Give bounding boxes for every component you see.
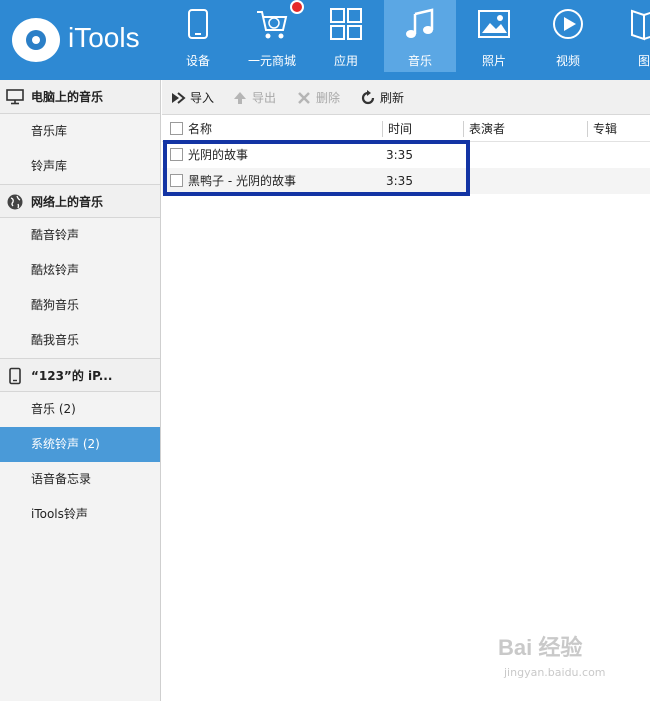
nav-photos[interactable]: 照片 [458,0,530,72]
sidebar-item-kuwo-music[interactable]: 酷我音乐 [0,323,160,358]
sidebar-item-voice-memos[interactable]: 语音备忘录 [0,462,160,497]
column-divider[interactable] [382,121,383,137]
video-icon [553,9,583,39]
column-divider[interactable] [463,121,464,137]
export-label: 导出 [252,91,277,105]
sidebar-item-kuxuan-ringtone[interactable]: 酷炫铃声 [0,253,160,288]
table-header: 名称 时间 表演者 专辑 [162,116,650,142]
export-button[interactable]: 导出 [232,89,276,107]
sidebar-item-ringtone-library[interactable]: 铃声库 [0,149,160,184]
column-header-name[interactable]: 名称 [188,116,212,142]
import-label: 导入 [190,91,215,105]
nav-label: 设备 [185,54,210,68]
book-icon [631,9,650,41]
sidebar-item-device-music[interactable]: 音乐 (2) [0,392,160,427]
sidebar: 电脑上的音乐 音乐库 铃声库 网络上的音乐 酷音铃声 酷炫铃声 酷狗音乐 酷我音… [0,80,161,701]
sidebar-group-title: 网络上的音乐 [31,195,104,209]
import-icon [172,92,186,104]
baidu-watermark: Bai 经验 [498,635,583,660]
sidebar-item-system-ringtones[interactable]: 系统铃声 (2) [0,427,160,462]
highlight-box [163,140,470,196]
sidebar-item-kugou-music[interactable]: 酷狗音乐 [0,288,160,323]
sidebar-group-title: “123”的 iP... [31,369,113,383]
cart-icon [257,11,288,39]
nav-apps[interactable]: 应用 [310,0,382,72]
column-header-artist[interactable]: 表演者 [469,116,505,142]
export-icon [234,92,246,104]
globe-icon [7,194,23,210]
phone-icon [9,367,21,385]
nav-label: 图书 [637,54,650,68]
app-logo: iTools [10,14,160,66]
nav-label: 视频 [555,54,580,68]
nav-device[interactable]: 设备 [162,0,234,72]
import-button[interactable]: 导入 [170,89,214,107]
sidebar-group-title: 电脑上的音乐 [31,90,104,104]
monitor-icon [6,89,24,105]
nav-label: 应用 [333,54,358,68]
select-all-checkbox[interactable] [170,122,183,135]
sidebar-group-device[interactable]: “123”的 iP... [0,358,160,392]
sidebar-group-pc-music[interactable]: 电脑上的音乐 [0,80,160,114]
nav-books[interactable]: 图书 [606,0,650,72]
refresh-icon [361,90,375,105]
refresh-label: 刷新 [380,91,405,105]
refresh-button[interactable]: 刷新 [360,89,404,107]
delete-icon [298,92,310,104]
nav-video[interactable]: 视频 [532,0,604,72]
sidebar-item-music-library[interactable]: 音乐库 [0,114,160,149]
nav-label: 一元商城 [247,54,296,68]
top-nav-bar: iTools 设备 一元商城 应用 音乐 照片 视频 图书 [0,0,650,80]
watermark-url: jingyan.baidu.com [504,666,606,679]
device-icon [188,9,208,39]
notification-badge [290,0,304,14]
nav-label: 音乐 [407,54,432,68]
sidebar-item-kuyin-ringtone[interactable]: 酷音铃声 [0,218,160,253]
sidebar-group-online-music[interactable]: 网络上的音乐 [0,184,160,218]
apps-icon [330,8,362,40]
column-divider[interactable] [587,121,588,137]
column-header-album[interactable]: 专辑 [593,116,617,142]
nav-label: 照片 [481,54,506,68]
toolbar: 导入 导出 删除 刷新 [162,80,650,115]
music-icon [406,8,434,38]
column-header-time[interactable]: 时间 [388,116,412,142]
delete-label: 删除 [316,91,341,105]
app-title: iTools [68,22,140,53]
sidebar-item-itools-ringtones[interactable]: iTools铃声 [0,497,160,532]
photo-icon [478,10,510,38]
nav-music[interactable]: 音乐 [384,0,456,72]
delete-button[interactable]: 删除 [296,89,340,107]
itools-logo-icon [12,18,60,62]
